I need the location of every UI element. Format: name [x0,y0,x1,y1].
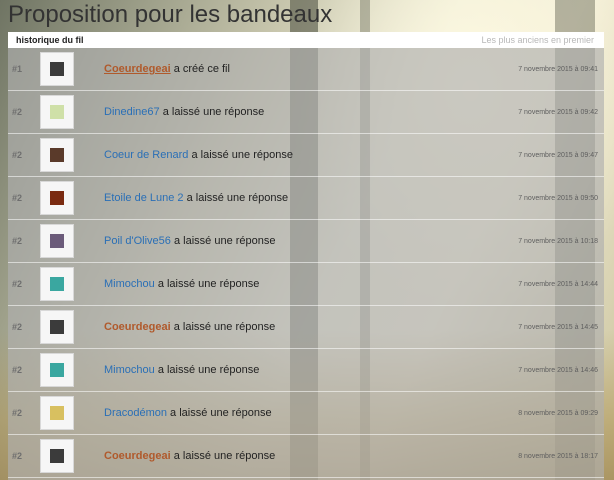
post-row: #2 Coeurdegeai a laissé une réponse 7 nove… [8,306,604,349]
post-action: a créé ce fil [173,63,230,75]
panel-header: historique du fil Les plus anciens en pr… [8,32,604,48]
user-avatar[interactable] [40,181,74,215]
post-row: #2 Etoile de Lune 2 a laissé une réponse 7… [8,177,604,220]
user-avatar[interactable] [40,439,74,473]
post-number: #2 [12,107,23,117]
sort-order-toggle[interactable]: Les plus anciens en premier [481,35,594,45]
username-link[interactable]: Mimochou [104,278,155,290]
username-link[interactable]: Poil d'Olive56 [104,235,171,247]
avatar-image [50,148,64,162]
post-date: 7 novembre 2015 à 09:42 [518,108,598,116]
post-number: #2 [12,279,23,289]
post-date: 7 novembre 2015 à 09:41 [518,65,598,73]
avatar-image [50,277,64,291]
post-date: 8 novembre 2015 à 09:29 [518,409,598,417]
avatar-image [50,62,64,76]
post-number: #2 [12,193,23,203]
avatar-image [50,363,64,377]
post-message: Dinedine67 a laissé une réponse [104,106,518,118]
post-row: #2 Dracodémon a laissé une réponse 8 novem… [8,392,604,435]
post-number: #2 [12,451,23,461]
post-action: a laissé une réponse [173,235,276,247]
post-row: #2 Dinedine67 a laissé une réponse 7 novem… [8,91,604,134]
avatar-image [50,406,64,420]
user-avatar[interactable] [40,95,74,129]
post-action: a laissé une réponse [162,106,265,118]
post-row: #2 Mimochou a laissé une réponse 7 novembr… [8,263,604,306]
post-number: #2 [12,236,23,246]
post-date: 7 novembre 2015 à 14:45 [518,323,598,331]
thread-history-panel: historique du fil Les plus anciens en pr… [8,32,604,480]
user-avatar[interactable] [40,267,74,301]
avatar-image [50,449,64,463]
post-message: Poil d'Olive56 a laissé une réponse [104,235,518,247]
panel-heading: historique du fil [16,35,84,45]
username-link[interactable]: Coeurdegeai [104,450,171,462]
post-message: Dracodémon a laissé une réponse [104,407,518,419]
post-row: #2 Poil d'Olive56 a laissé une réponse 7 n… [8,220,604,263]
post-row: #2 Coeurdegeai a laissé une réponse 8 nove… [8,435,604,478]
post-action: a laissé une réponse [157,278,260,290]
avatar-image [50,105,64,119]
user-avatar[interactable] [40,396,74,430]
post-action: a laissé une réponse [191,149,293,161]
username-link[interactable]: Dinedine67 [104,106,160,118]
post-action: a laissé une réponse [170,407,272,419]
page-title: Proposition pour les bandeaux [8,1,333,28]
post-message: Etoile de Lune 2 a laissé une réponse [104,192,518,204]
avatar-image [50,191,64,205]
post-row: #2 Coeur de Renard a laissé une réponse 7 … [8,134,604,177]
post-message: Coeurdegeai a laissé une réponse [104,321,518,333]
post-action: a laissé une réponse [173,321,276,333]
post-date: 8 novembre 2015 à 18:17 [518,452,598,460]
post-row: #2 Mimochou a laissé une réponse 7 novembr… [8,349,604,392]
username-link[interactable]: Coeur de Renard [104,149,188,161]
user-avatar[interactable] [40,353,74,387]
username-link[interactable]: Coeurdegeai [104,321,171,333]
post-date: 7 novembre 2015 à 14:46 [518,366,598,374]
avatar-image [50,320,64,334]
post-message: Coeurdegeai a laissé une réponse [104,450,518,462]
user-avatar[interactable] [40,138,74,172]
post-message: Mimochou a laissé une réponse [104,278,518,290]
post-message: Mimochou a laissé une réponse [104,364,518,376]
post-message: Coeur de Renard a laissé une réponse [104,149,518,161]
user-avatar[interactable] [40,52,74,86]
post-number: #2 [12,365,23,375]
user-avatar[interactable] [40,224,74,258]
post-date: 7 novembre 2015 à 14:44 [518,280,598,288]
post-number: #2 [12,322,23,332]
username-link[interactable]: Dracodémon [104,407,167,419]
username-link[interactable]: Etoile de Lune 2 [104,192,184,204]
post-list: #1 Coeurdegeai a créé ce fil 7 novembre 20… [8,48,604,478]
username-link[interactable]: Mimochou [104,364,155,376]
post-message: Coeurdegeai a créé ce fil [104,63,518,75]
post-action: a laissé une réponse [157,364,260,376]
post-action: a laissé une réponse [186,192,289,204]
avatar-image [50,234,64,248]
user-avatar[interactable] [40,310,74,344]
post-action: a laissé une réponse [173,450,276,462]
post-date: 7 novembre 2015 à 10:18 [518,237,598,245]
username-link[interactable]: Coeurdegeai [104,63,171,75]
post-number: #1 [12,64,23,74]
post-number: #2 [12,150,23,160]
post-row: #1 Coeurdegeai a créé ce fil 7 novembre 20… [8,48,604,91]
post-number: #2 [12,408,23,418]
post-date: 7 novembre 2015 à 09:47 [518,151,598,159]
post-date: 7 novembre 2015 à 09:50 [518,194,598,202]
